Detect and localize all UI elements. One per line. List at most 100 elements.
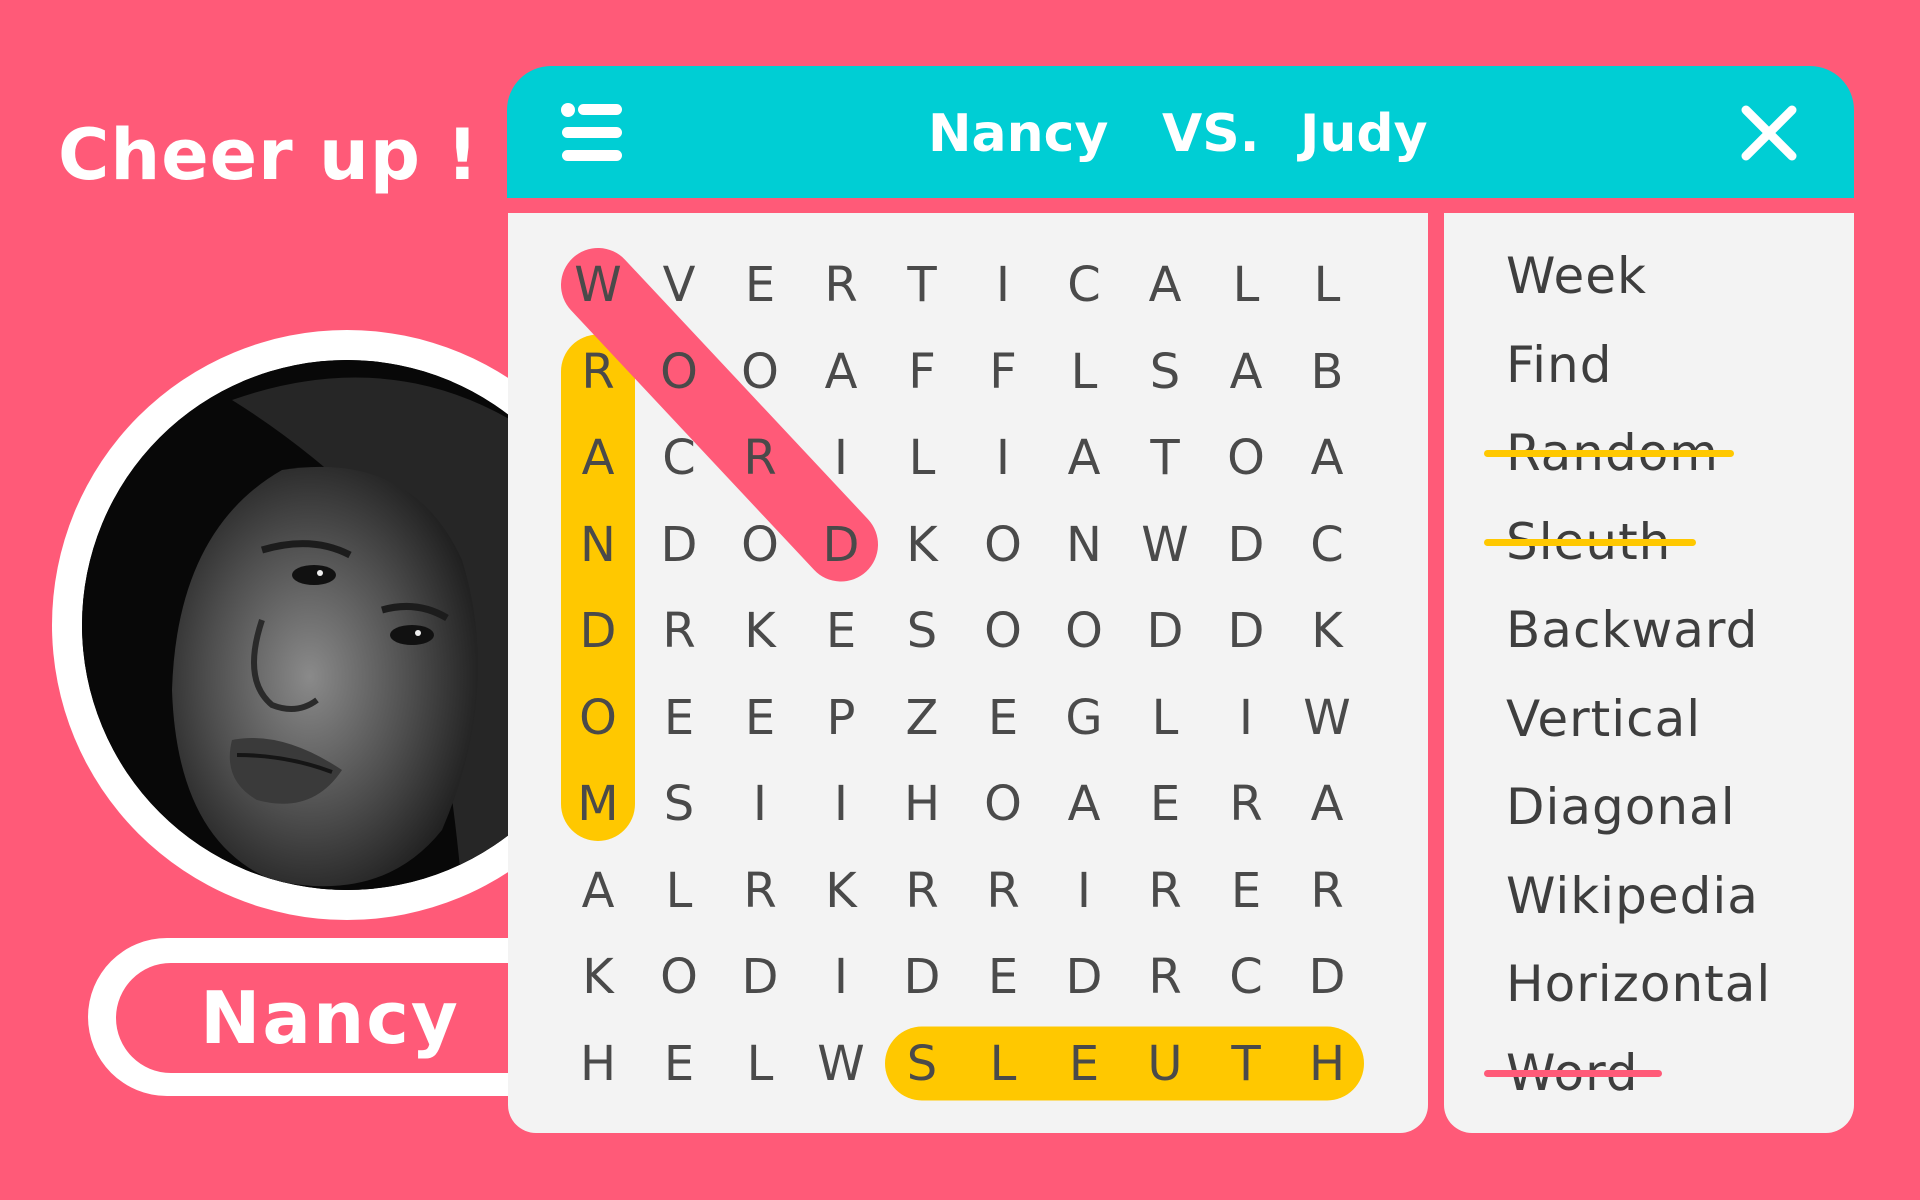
grid-cell[interactable]: R bbox=[558, 332, 638, 412]
grid-cell[interactable]: F bbox=[963, 332, 1043, 412]
grid-cell[interactable]: E bbox=[639, 1024, 719, 1104]
grid-cell[interactable]: R bbox=[882, 851, 962, 931]
grid-cell[interactable]: R bbox=[1287, 851, 1367, 931]
grid-cell[interactable]: W bbox=[1287, 678, 1367, 758]
grid-cell[interactable]: M bbox=[558, 764, 638, 844]
grid-cell[interactable]: E bbox=[1125, 764, 1205, 844]
grid-cell[interactable]: I bbox=[801, 418, 881, 498]
grid-cell[interactable]: H bbox=[1287, 1024, 1367, 1104]
grid-cell[interactable]: D bbox=[1287, 937, 1367, 1017]
grid-cell[interactable]: R bbox=[720, 418, 800, 498]
grid-cell[interactable]: O bbox=[639, 937, 719, 1017]
grid-cell[interactable]: R bbox=[963, 851, 1043, 931]
grid-cell[interactable]: C bbox=[1206, 937, 1286, 1017]
grid-cell[interactable]: S bbox=[882, 591, 962, 671]
grid-cell[interactable]: E bbox=[963, 678, 1043, 758]
grid-cell[interactable]: P bbox=[801, 678, 881, 758]
grid-cell[interactable]: T bbox=[1206, 1024, 1286, 1104]
grid-cell[interactable]: D bbox=[1206, 505, 1286, 585]
grid-cell[interactable]: D bbox=[1206, 591, 1286, 671]
grid-cell[interactable]: B bbox=[1287, 332, 1367, 412]
grid-cell[interactable]: K bbox=[1287, 591, 1367, 671]
grid-cell[interactable]: S bbox=[639, 764, 719, 844]
grid-cell[interactable]: Z bbox=[882, 678, 962, 758]
grid-cell[interactable]: O bbox=[963, 505, 1043, 585]
grid-cell[interactable]: V bbox=[639, 245, 719, 325]
grid-cell[interactable]: I bbox=[963, 418, 1043, 498]
grid-cell[interactable]: A bbox=[1206, 332, 1286, 412]
grid-cell[interactable]: W bbox=[558, 245, 638, 325]
grid-cell[interactable]: O bbox=[963, 591, 1043, 671]
grid-cell[interactable]: R bbox=[1206, 764, 1286, 844]
grid-cell[interactable]: C bbox=[1044, 245, 1124, 325]
grid-cell[interactable]: E bbox=[720, 678, 800, 758]
grid-cell[interactable]: A bbox=[1125, 245, 1205, 325]
grid-cell[interactable]: O bbox=[639, 332, 719, 412]
grid-cell[interactable]: F bbox=[882, 332, 962, 412]
grid-cell[interactable]: R bbox=[639, 591, 719, 671]
grid-cell[interactable]: A bbox=[558, 418, 638, 498]
grid-cell[interactable]: A bbox=[1044, 764, 1124, 844]
grid-cell[interactable]: S bbox=[882, 1024, 962, 1104]
grid-cell[interactable]: E bbox=[801, 591, 881, 671]
grid-cell[interactable]: D bbox=[801, 505, 881, 585]
grid-cell[interactable]: T bbox=[1125, 418, 1205, 498]
grid-cell[interactable]: I bbox=[1206, 678, 1286, 758]
grid-cell[interactable]: O bbox=[963, 764, 1043, 844]
grid-cell[interactable]: D bbox=[882, 937, 962, 1017]
grid-cell[interactable]: O bbox=[1044, 591, 1124, 671]
grid-cell[interactable]: A bbox=[1044, 418, 1124, 498]
grid-cell[interactable]: L bbox=[1287, 245, 1367, 325]
grid-cell[interactable]: O bbox=[720, 505, 800, 585]
grid-cell[interactable]: O bbox=[720, 332, 800, 412]
grid-cell[interactable]: D bbox=[639, 505, 719, 585]
grid-cell[interactable]: R bbox=[801, 245, 881, 325]
grid-cell[interactable]: T bbox=[882, 245, 962, 325]
grid-cell[interactable]: L bbox=[1125, 678, 1205, 758]
grid-cell[interactable]: L bbox=[882, 418, 962, 498]
grid-cell[interactable]: R bbox=[1125, 851, 1205, 931]
grid-cell[interactable]: E bbox=[1044, 1024, 1124, 1104]
grid-cell[interactable]: A bbox=[1287, 418, 1367, 498]
grid-cell[interactable]: D bbox=[558, 591, 638, 671]
grid-cell[interactable]: W bbox=[1125, 505, 1205, 585]
grid-cell[interactable]: R bbox=[1125, 937, 1205, 1017]
grid-cell[interactable]: C bbox=[1287, 505, 1367, 585]
grid-cell[interactable]: K bbox=[801, 851, 881, 931]
grid-cell[interactable]: O bbox=[1206, 418, 1286, 498]
grid-cell[interactable]: U bbox=[1125, 1024, 1205, 1104]
grid-cell[interactable]: I bbox=[963, 245, 1043, 325]
grid-cell[interactable]: A bbox=[558, 851, 638, 931]
grid-cell[interactable]: D bbox=[1044, 937, 1124, 1017]
grid-cell[interactable]: O bbox=[558, 678, 638, 758]
grid-cell[interactable]: G bbox=[1044, 678, 1124, 758]
grid-cell[interactable]: L bbox=[639, 851, 719, 931]
grid-cell[interactable]: E bbox=[720, 245, 800, 325]
grid-cell[interactable]: L bbox=[963, 1024, 1043, 1104]
grid-cell[interactable]: I bbox=[720, 764, 800, 844]
grid-cell[interactable]: E bbox=[963, 937, 1043, 1017]
grid-cell[interactable]: I bbox=[801, 937, 881, 1017]
grid-cell[interactable]: N bbox=[558, 505, 638, 585]
grid-cell[interactable]: I bbox=[801, 764, 881, 844]
grid-cell[interactable]: H bbox=[882, 764, 962, 844]
menu-button[interactable] bbox=[560, 102, 626, 164]
grid-cell[interactable]: A bbox=[1287, 764, 1367, 844]
grid-cell[interactable]: H bbox=[558, 1024, 638, 1104]
grid-cell[interactable]: R bbox=[720, 851, 800, 931]
grid-cell[interactable]: W bbox=[801, 1024, 881, 1104]
grid-cell[interactable]: I bbox=[1044, 851, 1124, 931]
grid-cell[interactable]: L bbox=[720, 1024, 800, 1104]
grid-cell[interactable]: S bbox=[1125, 332, 1205, 412]
grid-cell[interactable]: N bbox=[1044, 505, 1124, 585]
grid-cell[interactable]: L bbox=[1206, 245, 1286, 325]
grid-cell[interactable]: C bbox=[639, 418, 719, 498]
grid-cell[interactable]: K bbox=[720, 591, 800, 671]
grid-cell[interactable]: L bbox=[1044, 332, 1124, 412]
close-button[interactable] bbox=[1740, 104, 1798, 162]
grid-cell[interactable]: E bbox=[639, 678, 719, 758]
grid-cell[interactable]: A bbox=[801, 332, 881, 412]
grid-cell[interactable]: D bbox=[1125, 591, 1205, 671]
grid-cell[interactable]: K bbox=[558, 937, 638, 1017]
grid-cell[interactable]: E bbox=[1206, 851, 1286, 931]
